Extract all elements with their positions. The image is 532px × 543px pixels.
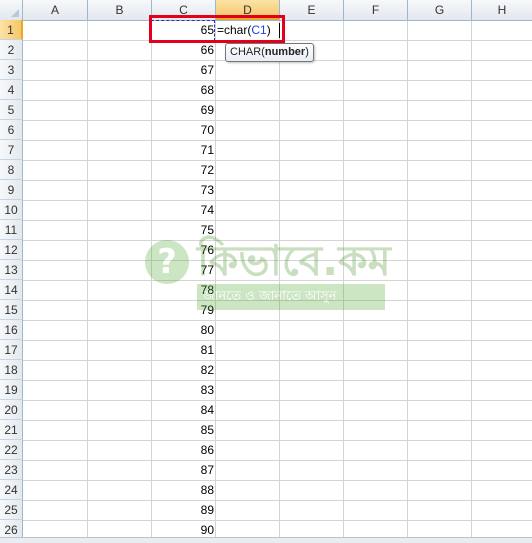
row-header[interactable]: 13: [0, 260, 23, 280]
gridline: [23, 100, 532, 101]
row-header[interactable]: 12: [0, 240, 23, 260]
row-header[interactable]: 10: [0, 200, 23, 220]
gridline: [23, 200, 532, 201]
gridline: [471, 20, 472, 542]
gridline: [23, 120, 532, 121]
column-header-g[interactable]: G: [408, 0, 472, 20]
gridline: [23, 220, 532, 221]
gridline: [23, 80, 532, 81]
gridline: [23, 340, 532, 341]
gridline: [23, 360, 532, 361]
select-all-button[interactable]: [0, 0, 23, 20]
cell-c-value[interactable]: 66: [152, 40, 214, 60]
gridline: [23, 140, 532, 141]
column-header-b[interactable]: B: [88, 0, 152, 20]
row-header[interactable]: 4: [0, 80, 23, 100]
column-header-f[interactable]: F: [344, 0, 408, 20]
cell-c-value[interactable]: 74: [152, 200, 214, 220]
cell-c-value[interactable]: 83: [152, 380, 214, 400]
column-header-h[interactable]: H: [472, 0, 532, 20]
cell-c-value[interactable]: 71: [152, 140, 214, 160]
row-header[interactable]: 9: [0, 180, 23, 200]
function-argument-tooltip[interactable]: CHAR(number): [225, 43, 314, 62]
select-all-triangle-icon: [11, 9, 19, 17]
cell-c-value[interactable]: 85: [152, 420, 214, 440]
row-header[interactable]: 1: [0, 20, 23, 40]
cell-c-value[interactable]: 73: [152, 180, 214, 200]
cell-c-value[interactable]: 88: [152, 480, 214, 500]
column-header-a[interactable]: A: [23, 0, 88, 20]
cell-c-value[interactable]: 82: [152, 360, 214, 380]
gridline: [87, 20, 88, 542]
row-header[interactable]: 25: [0, 500, 23, 520]
gridline: [23, 480, 532, 481]
row-header[interactable]: 17: [0, 340, 23, 360]
cell-c-value[interactable]: 86: [152, 440, 214, 460]
gridline: [23, 440, 532, 441]
row-header[interactable]: 8: [0, 160, 23, 180]
gridline: [23, 400, 532, 401]
gridline: [23, 500, 532, 501]
tooltip-function-name: CHAR(: [230, 46, 265, 58]
row-header[interactable]: 2: [0, 40, 23, 60]
row-header[interactable]: 23: [0, 460, 23, 480]
column-header-e[interactable]: E: [280, 0, 344, 20]
row-header[interactable]: 19: [0, 380, 23, 400]
row-header[interactable]: 5: [0, 100, 23, 120]
row-header[interactable]: 11: [0, 220, 23, 240]
watermark-logo-icon: ?: [145, 240, 189, 284]
row-header[interactable]: 24: [0, 480, 23, 500]
spreadsheet-grid[interactable]: A B C D E F G H 1 2 3 4 5 6 7 8 9 10 11 …: [0, 0, 532, 543]
cell-c-value[interactable]: 80: [152, 320, 214, 340]
cell-c-value[interactable]: 68: [152, 80, 214, 100]
gridline: [23, 520, 532, 521]
cell-c-value[interactable]: 84: [152, 400, 214, 420]
watermark: ? কিভাবে.কম জানতে ও জানাতে আসুন: [145, 228, 395, 318]
cell-c-value[interactable]: 67: [152, 60, 214, 80]
cell-c-value[interactable]: 72: [152, 160, 214, 180]
row-header[interactable]: 14: [0, 280, 23, 300]
tooltip-close: ): [305, 46, 309, 58]
gridline: [23, 320, 532, 321]
row-header[interactable]: 21: [0, 420, 23, 440]
cell-c-value[interactable]: 87: [152, 460, 214, 480]
row-header[interactable]: 20: [0, 400, 23, 420]
row-header[interactable]: 3: [0, 60, 23, 80]
highlight-annotation-box: [149, 15, 285, 43]
cell-c-value[interactable]: 81: [152, 340, 214, 360]
row-header[interactable]: 22: [0, 440, 23, 460]
watermark-subtitle: জানতে ও জানাতে আসুন: [197, 284, 385, 310]
tooltip-argument: number: [264, 46, 306, 58]
row-header[interactable]: 7: [0, 140, 23, 160]
gridline: [407, 20, 408, 542]
row-header[interactable]: 6: [0, 120, 23, 140]
gridline: [23, 460, 532, 461]
row-header[interactable]: 18: [0, 360, 23, 380]
gridline: [23, 180, 532, 181]
row-header[interactable]: 16: [0, 320, 23, 340]
gridline: [23, 420, 532, 421]
cell-c-value[interactable]: 70: [152, 120, 214, 140]
gridline: [23, 380, 532, 381]
cell-c-value[interactable]: 69: [152, 100, 214, 120]
cell-c-value[interactable]: 89: [152, 500, 214, 520]
gridline: [23, 160, 532, 161]
horizontal-scrollbar[interactable]: [0, 537, 532, 543]
row-header[interactable]: 15: [0, 300, 23, 320]
